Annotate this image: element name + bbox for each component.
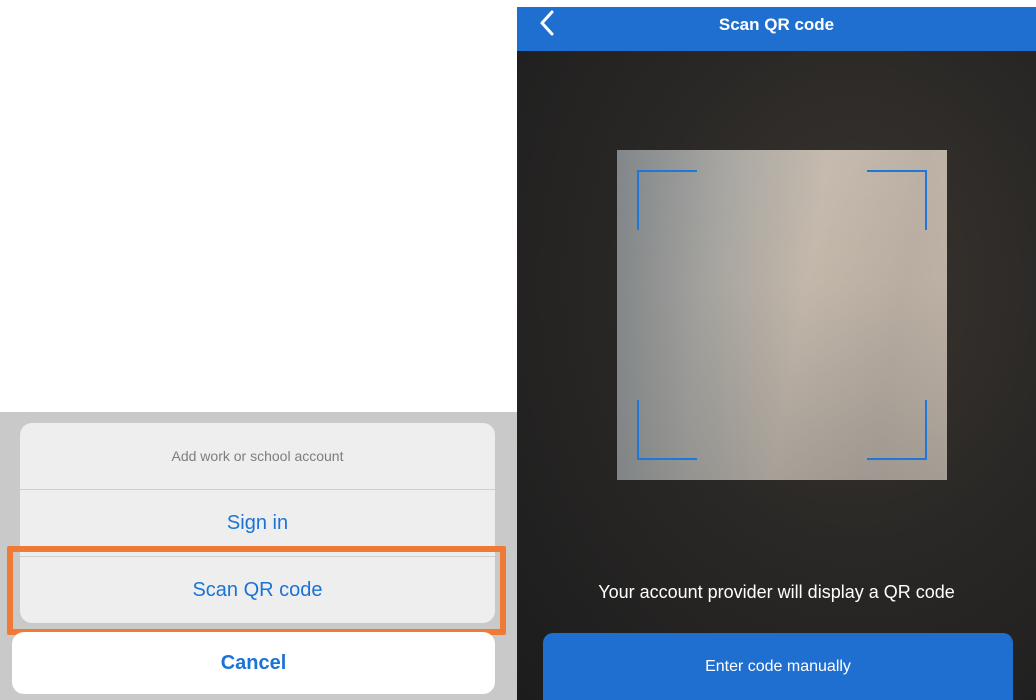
action-sheet-title: Add work or school account xyxy=(171,448,344,464)
scanner-screen: Scan QR code Your account provider will … xyxy=(517,7,1036,700)
back-button[interactable] xyxy=(529,7,565,43)
enter-code-manually-button[interactable]: Enter code manually xyxy=(543,633,1013,700)
chevron-left-icon xyxy=(539,10,555,41)
left-panel: Add work or school account Sign in Scan … xyxy=(0,0,517,700)
camera-viewfinder xyxy=(617,150,947,480)
viewfinder-corner-top-left xyxy=(637,170,697,230)
scan-qr-code-button[interactable]: Scan QR code xyxy=(20,557,495,623)
navigation-bar: Scan QR code xyxy=(517,7,1036,51)
cancel-button[interactable]: Cancel xyxy=(12,632,495,694)
viewfinder-corner-bottom-right xyxy=(867,400,927,460)
page-title: Scan QR code xyxy=(718,15,835,34)
sign-in-button[interactable]: Sign in xyxy=(20,490,495,556)
viewfinder-corner-top-right xyxy=(867,170,927,230)
viewfinder-corner-bottom-left xyxy=(637,400,697,460)
action-sheet: Add work or school account Sign in Scan … xyxy=(20,423,495,623)
instruction-text: Your account provider will display a QR … xyxy=(598,582,955,602)
